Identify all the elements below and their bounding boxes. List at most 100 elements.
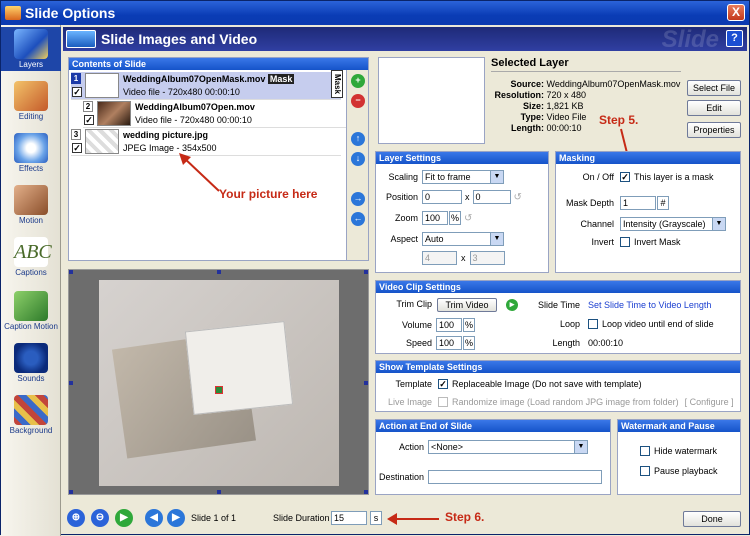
layer-thumbnail: [85, 129, 119, 154]
zoom-out-icon[interactable]: ⊖: [91, 509, 109, 527]
slide-options-window: Slide Options X Layers Editing Effects M…: [0, 0, 750, 536]
watermark-header: Watermark and Pause: [618, 420, 740, 432]
play-icon[interactable]: ▸: [506, 299, 518, 311]
template-label: Template: [395, 379, 432, 389]
resize-handle[interactable]: [364, 490, 368, 494]
channel-dropdown[interactable]: Intensity (Grayscale) ▼: [620, 217, 726, 231]
done-button[interactable]: Done: [683, 511, 741, 527]
play-preview-icon[interactable]: ▶: [115, 509, 133, 527]
layer-number: 1: [71, 73, 81, 84]
sounds-icon: [14, 343, 48, 373]
sidebar-item-motion[interactable]: Motion: [1, 185, 61, 225]
trim-video-button[interactable]: Trim Video: [437, 298, 497, 312]
speed-input[interactable]: 100: [436, 336, 462, 350]
move-up-icon[interactable]: ↑: [351, 132, 365, 146]
app-icon: [5, 6, 21, 20]
selected-layer-info: Source: WeddingAlbum07OpenMask.mov Resol…: [494, 79, 681, 133]
layer-visible-checkbox[interactable]: ✓: [84, 115, 94, 125]
divider: [491, 71, 681, 72]
next-slide-icon[interactable]: ▶: [167, 509, 185, 527]
masking-panel: Masking On / Off ✓ This layer is a mask …: [555, 151, 741, 273]
action-dropdown[interactable]: <None> ▼: [428, 440, 588, 454]
layer-name: WeddingAlbum07Open.mov: [135, 102, 255, 112]
zoom-input[interactable]: 100: [422, 211, 448, 225]
zoom-in-icon[interactable]: ⊕: [67, 509, 85, 527]
sidebar-item-background[interactable]: Background: [1, 395, 61, 435]
resize-handle[interactable]: [69, 490, 73, 494]
hide-watermark-checkbox[interactable]: [640, 446, 650, 456]
move-down-icon[interactable]: ↓: [351, 152, 365, 166]
layer-thumbnail: [97, 101, 131, 126]
loop-checkbox[interactable]: [588, 319, 598, 329]
reset-position-icon[interactable]: ↺: [514, 192, 522, 203]
position-y-input[interactable]: 0: [472, 190, 511, 204]
slide-time-link[interactable]: Set Slide Time to Video Length: [588, 300, 711, 310]
captions-icon: ABC: [14, 237, 52, 267]
layer-visible-checkbox[interactable]: ✓: [72, 87, 82, 97]
preview-frame[interactable]: [99, 280, 339, 486]
scaling-label: Scaling: [388, 172, 418, 182]
resize-handle[interactable]: [364, 270, 368, 274]
previous-slide-icon[interactable]: ◀: [145, 509, 163, 527]
length-value: 00:00:10: [588, 338, 624, 348]
channel-label: Channel: [580, 219, 614, 229]
help-button[interactable]: ?: [726, 30, 743, 47]
slide-duration-input[interactable]: 15: [331, 511, 367, 525]
aspect-dropdown[interactable]: Auto ▼: [422, 232, 504, 246]
move-forward-icon[interactable]: →: [351, 192, 365, 206]
edit-button[interactable]: Edit: [687, 100, 741, 116]
layer-item-2[interactable]: 2 ✓ WeddingAlbum07Open.mov Video file - …: [83, 100, 353, 128]
annotation-step5: Step 5.: [599, 113, 639, 127]
reset-zoom-icon[interactable]: ↺: [464, 213, 472, 224]
layer-visible-checkbox[interactable]: ✓: [72, 143, 82, 153]
destination-input[interactable]: [428, 470, 602, 484]
resize-handle[interactable]: [69, 381, 73, 385]
move-back-icon[interactable]: ←: [351, 212, 365, 226]
sidebar-item-captions[interactable]: ABC Captions: [1, 237, 61, 277]
aspect-height-input[interactable]: 3: [469, 251, 505, 265]
section-title: Slide Images and Video: [101, 31, 258, 47]
sidebar-item-layers[interactable]: Layers: [1, 27, 61, 71]
replaceable-checkbox[interactable]: ✓: [438, 379, 448, 389]
invert-mask-checkbox[interactable]: [620, 237, 630, 247]
chevron-down-icon: ▼: [490, 171, 503, 183]
randomize-checkbox[interactable]: [438, 397, 448, 407]
select-file-button[interactable]: Select File: [687, 80, 741, 96]
resize-handle[interactable]: [217, 490, 221, 494]
destination-label: Destination: [378, 472, 424, 482]
anchor-point[interactable]: [215, 386, 223, 394]
volume-input[interactable]: 100: [436, 318, 462, 332]
resize-handle[interactable]: [364, 381, 368, 385]
remove-layer-icon[interactable]: −: [351, 94, 365, 108]
aspect-label: Aspect: [390, 234, 418, 244]
layer-settings-panel: Layer Settings Scaling Fit to frame ▼ Pos…: [375, 151, 549, 273]
selected-layer-preview: [378, 57, 485, 144]
is-mask-checkbox[interactable]: ✓: [620, 172, 630, 182]
mask-depth-input[interactable]: 1: [620, 196, 656, 210]
sidebar-item-sounds[interactable]: Sounds: [1, 343, 61, 383]
template-panel: Show Template Settings Template ✓ Replac…: [375, 360, 741, 412]
layer-name: WeddingAlbum07OpenMask.mov Mask: [123, 74, 295, 84]
sidebar-item-effects[interactable]: Effects: [1, 133, 61, 173]
configure-link[interactable]: [ Configure ]: [685, 397, 734, 407]
mask-tab[interactable]: Mask: [331, 70, 343, 98]
invert-label: Invert: [591, 237, 614, 247]
editing-icon: [14, 81, 48, 111]
chevron-down-icon: ▼: [490, 233, 503, 245]
add-layer-icon[interactable]: +: [351, 74, 365, 88]
layer-name: wedding picture.jpg: [123, 130, 208, 140]
position-x-input[interactable]: 0: [422, 190, 462, 204]
properties-button[interactable]: Properties: [687, 122, 741, 138]
resize-handle[interactable]: [69, 270, 73, 274]
action-header: Action at End of Slide: [376, 420, 610, 432]
scaling-dropdown[interactable]: Fit to frame ▼: [422, 170, 504, 184]
layer-number: 3: [71, 129, 81, 140]
layer-item-1[interactable]: 1 ✓ WeddingAlbum07OpenMask.mov Mask Vide…: [71, 72, 341, 100]
sidebar-item-editing[interactable]: Editing: [1, 81, 61, 121]
resize-handle[interactable]: [217, 270, 221, 274]
watermark-text: Slide: [661, 26, 719, 53]
close-button[interactable]: X: [727, 4, 745, 21]
sidebar-item-caption-motion[interactable]: Caption Motion: [1, 291, 61, 331]
pause-playback-checkbox[interactable]: [640, 466, 650, 476]
aspect-width-input[interactable]: 4: [422, 251, 457, 265]
